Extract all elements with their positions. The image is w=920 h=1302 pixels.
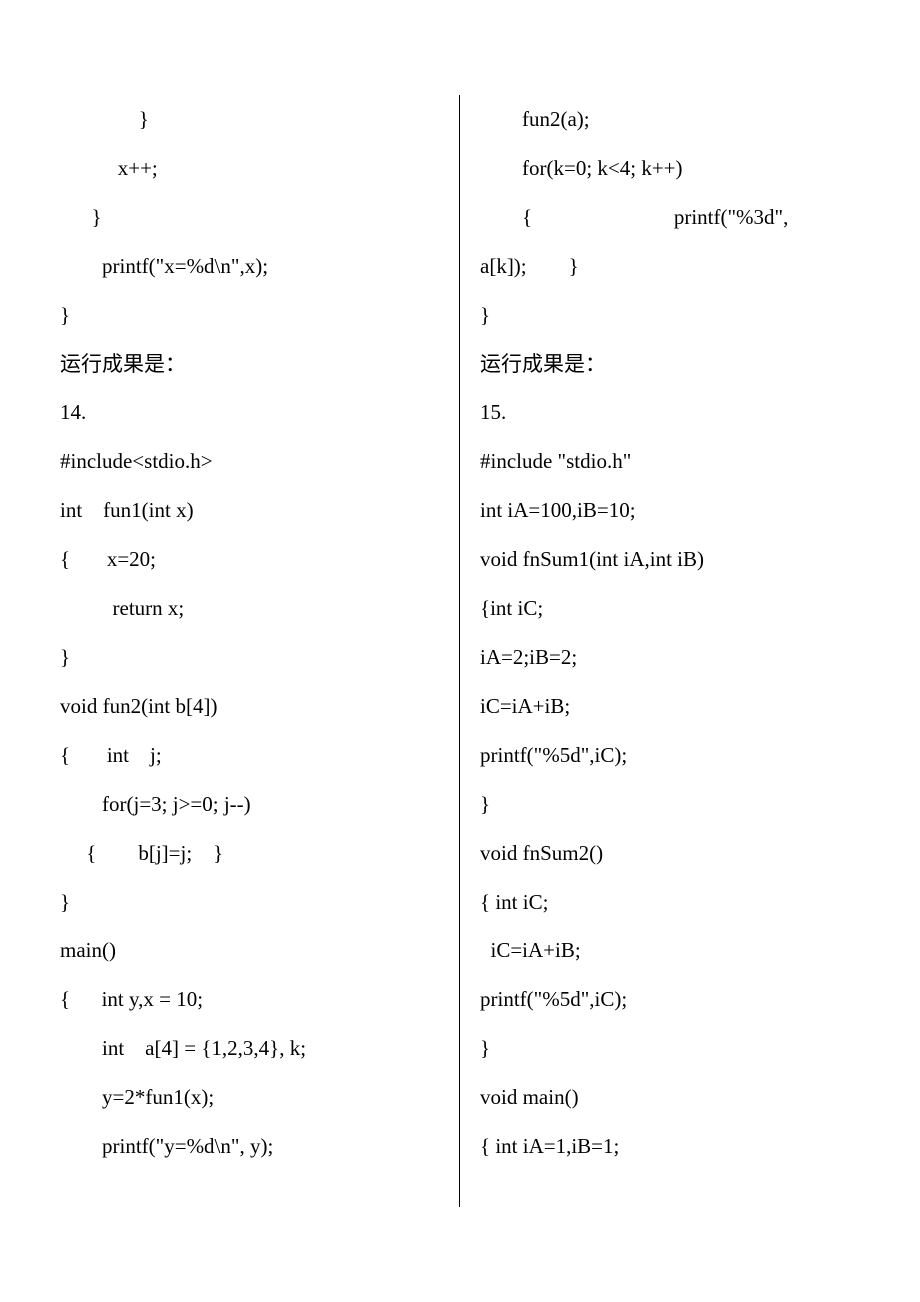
code-line: }: [60, 291, 439, 340]
code-line: printf("%5d",iC);: [480, 731, 860, 780]
code-line: main(): [60, 926, 439, 975]
code-line: #include<stdio.h>: [60, 437, 439, 486]
left-column: } x++; } printf("x=%d\n",x); } 运行成果是： 14…: [60, 95, 460, 1207]
code-line: { b[j]=j; }: [60, 829, 439, 878]
code-line: int iA=100,iB=10;: [480, 486, 860, 535]
code-line: fun2(a);: [480, 95, 860, 144]
code-line: }: [480, 291, 860, 340]
code-line: #include "stdio.h": [480, 437, 860, 486]
code-line: }: [60, 633, 439, 682]
result-label: 运行成果是：: [60, 340, 439, 389]
code-line: }: [480, 1024, 860, 1073]
code-line: iA=2;iB=2;: [480, 633, 860, 682]
code-line: y=2*fun1(x);: [60, 1073, 439, 1122]
code-line: printf("y=%d\n", y);: [60, 1122, 439, 1171]
code-line: void fnSum2(): [480, 829, 860, 878]
code-line: { int iC;: [480, 878, 860, 927]
code-line: { int j;: [60, 731, 439, 780]
code-line: printf("x=%d\n",x);: [60, 242, 439, 291]
result-label: 运行成果是：: [480, 340, 860, 389]
question-number: 15.: [480, 388, 860, 437]
code-line: { int y,x = 10;: [60, 975, 439, 1024]
code-line: }: [60, 878, 439, 927]
code-line: for(k=0; k<4; k++): [480, 144, 860, 193]
code-line: { printf("%3d",: [480, 193, 860, 242]
code-line: }: [480, 780, 860, 829]
code-line: iC=iA+iB;: [480, 926, 860, 975]
code-line: { x=20;: [60, 535, 439, 584]
code-line: int a[4] = {1,2,3,4}, k;: [60, 1024, 439, 1073]
question-number: 14.: [60, 388, 439, 437]
right-column: fun2(a); for(k=0; k<4; k++) { printf("%3…: [460, 95, 860, 1207]
code-line: void main(): [480, 1073, 860, 1122]
code-line: }: [60, 193, 439, 242]
code-line: a[k]); }: [480, 242, 860, 291]
document-page: } x++; } printf("x=%d\n",x); } 运行成果是： 14…: [0, 0, 920, 1302]
two-column-layout: } x++; } printf("x=%d\n",x); } 运行成果是： 14…: [60, 95, 860, 1207]
code-line: int fun1(int x): [60, 486, 439, 535]
code-line: iC=iA+iB;: [480, 682, 860, 731]
code-line: {int iC;: [480, 584, 860, 633]
code-line: { int iA=1,iB=1;: [480, 1122, 860, 1171]
code-line: void fun2(int b[4]): [60, 682, 439, 731]
code-line: x++;: [60, 144, 439, 193]
code-line: printf("%5d",iC);: [480, 975, 860, 1024]
code-line: void fnSum1(int iA,int iB): [480, 535, 860, 584]
code-line: for(j=3; j>=0; j--): [60, 780, 439, 829]
code-line: }: [60, 95, 439, 144]
code-line: return x;: [60, 584, 439, 633]
